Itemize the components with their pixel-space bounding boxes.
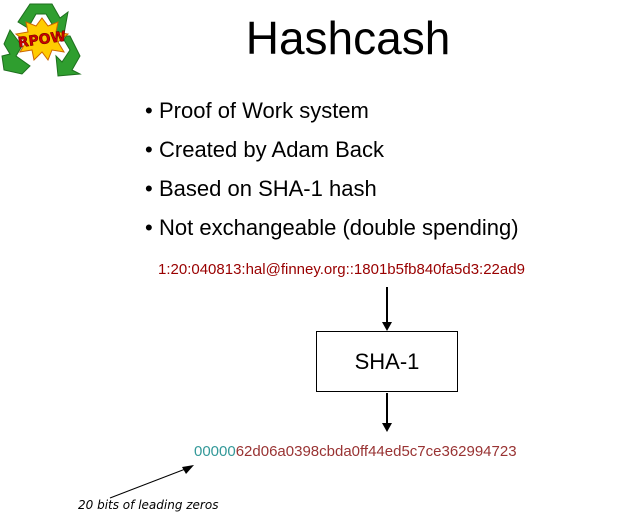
bullet-text: Based on SHA-1 hash xyxy=(159,176,377,201)
bullet-dot: • xyxy=(145,176,153,201)
hashcash-stamp: 1:20:040813:hal@finney.org::1801b5fb840f… xyxy=(158,261,525,278)
bullet-text: Created by Adam Back xyxy=(159,137,385,162)
bullet-item: • Proof of Work system xyxy=(145,98,519,137)
bullet-dot: • xyxy=(145,137,153,162)
bullet-item: • Based on SHA-1 hash xyxy=(145,176,519,215)
bullet-text: Proof of Work system xyxy=(159,98,369,123)
bullet-list: • Proof of Work system • Created by Adam B… xyxy=(145,98,519,254)
sha1-box: SHA-1 xyxy=(316,331,458,392)
bullet-item: • Not exchangeable (double spending) xyxy=(145,215,519,254)
arrow-down-2-head xyxy=(382,423,392,432)
leading-zeros-note: 20 bits of leading zeros xyxy=(78,498,219,512)
arrow-down-2-line xyxy=(386,393,388,424)
annotation-arrow xyxy=(109,465,194,499)
bullet-item: • Created by Adam Back xyxy=(145,137,519,176)
hash-leading-zeros: 00000 xyxy=(194,443,236,460)
sha1-label: SHA-1 xyxy=(354,348,420,374)
hash-output: 0000062d06a0398cbda0ff44ed5c7ce362994723 xyxy=(194,443,517,460)
bullet-dot: • xyxy=(145,98,153,123)
arrow-down-1-line xyxy=(386,287,388,323)
bullet-dot: • xyxy=(145,215,153,240)
arrow-down-1-head xyxy=(382,322,392,331)
page-title: Hashcash xyxy=(245,12,451,64)
hash-remainder: 62d06a0398cbda0ff44ed5c7ce362994723 xyxy=(235,443,517,460)
bullet-text: Not exchangeable (double spending) xyxy=(159,215,519,240)
